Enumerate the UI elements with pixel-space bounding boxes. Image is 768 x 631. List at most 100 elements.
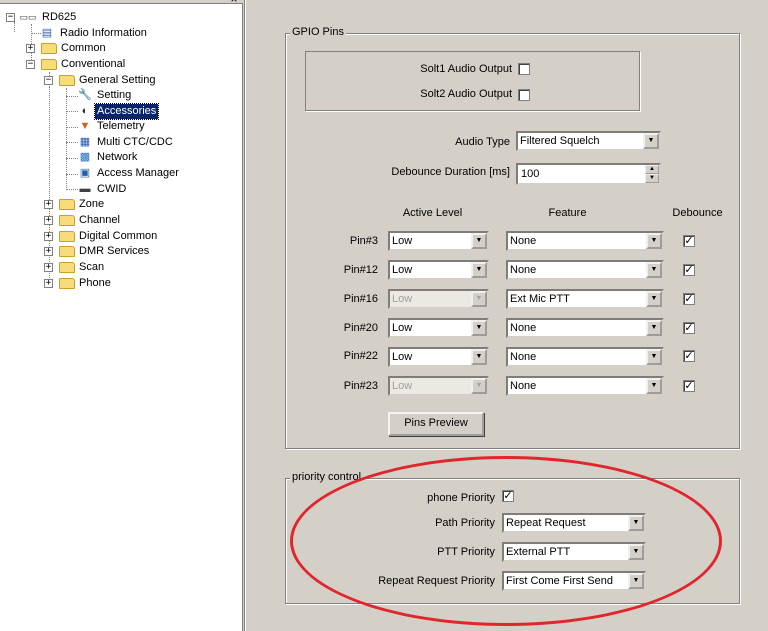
chevron-down-icon[interactable]: ▼ [471,262,487,278]
pin-feature-select[interactable]: None ▼ [506,376,664,396]
chevron-down-icon[interactable]: ▼ [643,133,659,149]
cwid-icon: ▬ [79,183,91,195]
pin-active-level-select[interactable]: Low ▼ [388,318,489,338]
audio-type-select[interactable]: Filtered Squelch ▼ [516,131,661,151]
chevron-down-icon[interactable]: ▼ [628,573,644,589]
pin-debounce-checkbox[interactable]: ✓ [683,322,695,334]
active-level-value: Low [392,351,413,363]
feature-value: None [510,351,537,363]
folder-open-icon [59,75,75,86]
pins-preview-button[interactable]: Pins Preview [388,412,484,436]
spin-up-icon[interactable]: ▲ [645,165,659,174]
ptt-priority-label: PTT Priority [437,546,495,558]
pin-debounce-checkbox[interactable]: ✓ [683,380,695,392]
chevron-down-icon[interactable]: ▼ [628,515,644,531]
pin-feature-select[interactable]: None ▼ [506,347,664,367]
pin-feature-select[interactable]: None ▼ [506,318,664,338]
pin-debounce-checkbox[interactable]: ✓ [683,293,695,305]
tree-label: Common [61,42,106,54]
document-icon: ▤ [41,27,53,39]
tree-label: Network [97,151,138,163]
chevron-down-icon[interactable]: ▼ [646,262,662,278]
collapse-icon[interactable]: − [26,60,35,69]
tree-connector [66,158,78,159]
access-manager-icon: ▣ [79,167,91,179]
tree-connector [66,111,78,112]
pin-name: Pin#20 [343,322,378,334]
slot2-audio-output-checkbox[interactable] [518,89,530,101]
tree-label: Multi CTC/CDC [97,136,173,148]
pin-name: Pin#3 [349,235,378,247]
phone-priority-checkbox[interactable]: ✓ [502,490,514,502]
pin-debounce-checkbox[interactable]: ✓ [683,350,695,362]
collapse-icon[interactable]: − [6,13,15,22]
gpio-pins-title: GPIO Pins [290,26,346,39]
chevron-down-icon[interactable]: ▼ [646,291,662,307]
tree-connector [66,96,78,97]
wrench-icon: 🔧 [78,89,92,101]
expand-icon[interactable]: + [44,216,53,225]
active-level-value: Low [392,264,413,276]
pin-debounce-checkbox[interactable]: ✓ [683,264,695,276]
feature-header: Feature [548,207,587,219]
pin-debounce-checkbox[interactable]: ✓ [683,235,695,247]
tree-label: Setting [97,89,132,101]
collapse-icon[interactable]: − [44,76,53,85]
debounce-duration-spinner[interactable]: 100 ▲ ▼ [516,163,661,185]
feature-value: None [510,380,537,392]
ptt-priority-value: External PTT [506,546,571,558]
expand-icon[interactable]: + [44,279,53,288]
expand-icon[interactable]: + [44,247,53,256]
phone-priority-label: phone Priority [427,492,495,504]
tree-label: Phone [79,277,111,289]
navigation-tree[interactable]: × − ▭▭ RD625 ▤ Radio Information + Commo… [0,0,243,631]
accessories-icon: ◐ [81,105,89,117]
expand-icon[interactable]: + [44,232,53,241]
debounce-duration-label: Debounce Duration [ms] [391,166,510,178]
active-level-value: Low [392,235,413,247]
chevron-down-icon[interactable]: ▼ [646,378,662,394]
pin-active-level-select[interactable]: Low ▼ [388,231,489,251]
spin-down-icon[interactable]: ▼ [645,174,659,183]
pin-feature-select[interactable]: None ▼ [506,231,664,251]
close-icon[interactable]: × [226,0,242,6]
chevron-down-icon[interactable]: ▼ [628,544,644,560]
pin-name: Pin#16 [343,293,378,305]
folder-icon [41,43,57,54]
pin-active-level-select: Low ▼ [388,376,489,396]
tree-label: CWID [97,183,127,195]
expand-icon[interactable]: + [26,44,35,53]
expand-icon[interactable]: + [44,263,53,272]
chevron-down-icon[interactable]: ▼ [471,349,487,365]
pin-name: Pin#22 [343,350,378,362]
pin-active-level-select[interactable]: Low ▼ [388,260,489,280]
folder-icon [59,231,75,242]
chevron-down-icon[interactable]: ▼ [646,349,662,365]
pane-splitter[interactable] [244,0,246,631]
debounce-duration-value: 100 [521,168,540,180]
expand-icon[interactable]: + [44,200,53,209]
chevron-down-icon[interactable]: ▼ [646,320,662,336]
active-level-value: Low [392,322,413,334]
path-priority-label: Path Priority [435,517,495,529]
folder-icon [59,199,75,210]
tree-label: Digital Common [79,230,158,242]
chevron-down-icon[interactable]: ▼ [646,233,662,249]
slot1-audio-output-checkbox[interactable] [518,63,530,75]
chevron-down-icon: ▼ [471,291,487,307]
pin-feature-select[interactable]: None ▼ [506,260,664,280]
chevron-down-icon[interactable]: ▼ [471,320,487,336]
repeat-request-priority-label: Repeat Request Priority [378,575,495,587]
ptt-priority-select[interactable]: External PTT ▼ [502,542,646,562]
telemetry-icon: ▼ [79,120,91,132]
slot-audio-output-box [305,51,640,111]
path-priority-select[interactable]: Repeat Request ▼ [502,513,646,533]
tree-label: Radio Information [60,27,147,39]
repeat-request-priority-select[interactable]: First Come First Send ▼ [502,571,646,591]
pin-active-level-select[interactable]: Low ▼ [388,347,489,367]
chevron-down-icon: ▼ [471,378,487,394]
network-icon: ▩ [79,151,91,163]
multi-ctc-icon: ▦ [79,136,91,148]
chevron-down-icon[interactable]: ▼ [471,233,487,249]
pin-feature-select[interactable]: Ext Mic PTT ▼ [506,289,664,309]
